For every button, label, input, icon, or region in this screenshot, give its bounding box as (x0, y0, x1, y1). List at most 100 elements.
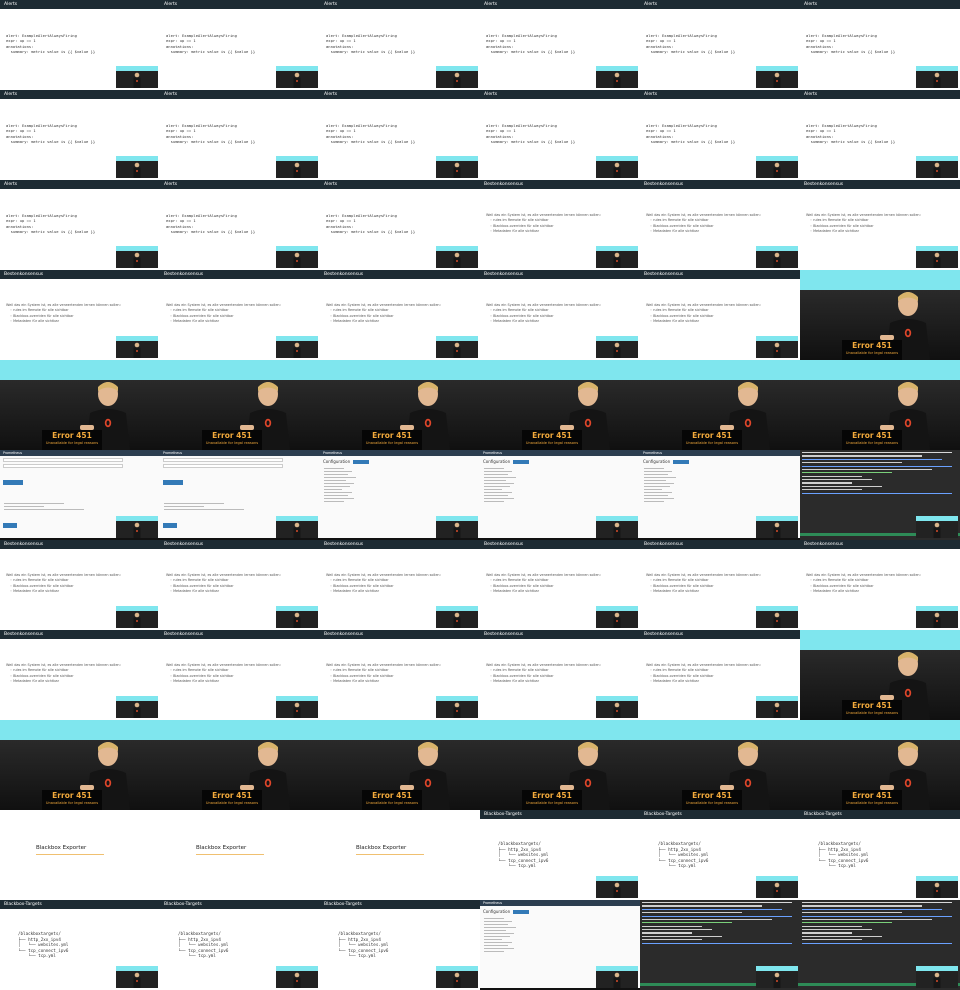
alerts-slide-tile[interactable]: Alerts alert: ExampleAlertAlwaysFiring e… (0, 180, 160, 270)
camera-tile[interactable]: Error 451 Unavailable for legal reasons (800, 630, 960, 720)
bestenkonsens-slide-tile[interactable]: Bestenkonsensus Weil das ein System ist,… (160, 270, 320, 360)
execute-button[interactable] (163, 480, 183, 485)
bestenkonsens-slide-tile[interactable]: Bestenkonsensus Weil das ein System ist,… (160, 630, 320, 720)
camera-tile[interactable]: Error 451 Unavailable for legal reasons (800, 270, 960, 360)
bestenkonsens-slide-tile[interactable]: Bestenkonsensus Weil das ein System ist,… (480, 270, 640, 360)
blackbox-targets-slide-tile[interactable]: Blackbox-Targets /blackboxtargets/ ├── h… (640, 810, 800, 900)
bestenkonsens-slide-tile[interactable]: Bestenkonsensus Weil das ein System ist,… (800, 180, 960, 270)
alerts-slide-tile[interactable]: Alerts alert: ExampleAlertAlwaysFiring e… (320, 90, 480, 180)
slide-title: Alerts (320, 180, 480, 189)
camera-tile[interactable]: Error 451 Unavailable for legal reasons (640, 720, 800, 810)
screenshare-form-tile[interactable]: Prometheus (0, 450, 160, 540)
slide-title: Blackbox-Targets (160, 900, 320, 909)
speaker-thumbnail (116, 516, 158, 538)
screenshare-form-tile[interactable]: Prometheus (160, 450, 320, 540)
alerts-slide-tile[interactable]: Alerts alert: ExampleAlertAlwaysFiring e… (640, 90, 800, 180)
config-heading: Configuration (643, 459, 671, 464)
slide-title: Blackbox-Targets (640, 810, 800, 819)
camera-tile[interactable]: Error 451 Unavailable for legal reasons (160, 720, 320, 810)
execute-button[interactable] (3, 480, 23, 485)
terminal-tile[interactable] (800, 450, 960, 540)
bestenkonsens-slide-tile[interactable]: Bestenkonsensus Weil das ein System ist,… (640, 180, 800, 270)
blackbox-targets-slide-tile[interactable]: Blackbox-Targets /blackboxtargets/ ├── h… (800, 810, 960, 900)
bestenkonsens-slide-tile[interactable]: Bestenkonsensus Weil das ein System ist,… (640, 540, 800, 630)
copy-button[interactable] (353, 460, 370, 464)
config-heading: Configuration (483, 459, 511, 464)
alerts-slide-tile[interactable]: Alerts alert: ExampleAlertAlwaysFiring e… (0, 90, 160, 180)
copy-button[interactable] (513, 460, 530, 464)
screenshare-config-tile[interactable]: Prometheus Configuration (480, 900, 640, 990)
blackbox-targets-slide-tile[interactable]: Blackbox-Targets /blackboxtargets/ ├── h… (320, 900, 480, 990)
speaker-thumbnail (276, 966, 318, 988)
camera-tile[interactable]: Error 451 Unavailable for legal reasons (320, 360, 480, 450)
camera-tile[interactable]: Error 451 Unavailable for legal reasons (800, 360, 960, 450)
error-code: Error 451 (52, 791, 92, 800)
slide-title: Blackbox-Targets (480, 810, 640, 819)
bestenkonsens-slide-tile[interactable]: Bestenkonsensus Weil das ein System ist,… (480, 180, 640, 270)
screenshare-config-tile[interactable]: Prometheus Configuration (640, 450, 800, 540)
submit-button[interactable] (163, 523, 177, 528)
blackbox-targets-slide-tile[interactable]: Blackbox-Targets /blackboxtargets/ ├── h… (480, 810, 640, 900)
bestenkonsens-slide-tile[interactable]: Bestenkonsensus Weil das ein System ist,… (480, 630, 640, 720)
bestenkonsens-slide-tile[interactable]: Bestenkonsensus Weil das ein System ist,… (320, 540, 480, 630)
alerts-slide-tile[interactable]: Alerts alert: ExampleAlertAlwaysFiring e… (160, 90, 320, 180)
slide-bullets: ◦ rules im Remote für alle sichtbar ◦ Bl… (810, 578, 874, 594)
screenshare-config-tile[interactable]: Prometheus Configuration (480, 450, 640, 540)
alerts-slide-tile[interactable]: Alerts alert: ExampleAlertAlwaysFiring e… (800, 0, 960, 90)
speaker-thumbnail (276, 66, 318, 88)
bestenkonsens-slide-tile[interactable]: Bestenkonsensus Weil das ein System ist,… (320, 630, 480, 720)
bestenkonsens-slide-tile[interactable]: Bestenkonsensus Weil das ein System ist,… (320, 270, 480, 360)
terminal-tile[interactable] (800, 900, 960, 990)
slide-bullets: ◦ rules im Remote für alle sichtbar ◦ Bl… (330, 308, 394, 324)
alerts-slide-tile[interactable]: Alerts alert: ExampleAlertAlwaysFiring e… (800, 90, 960, 180)
bestenkonsens-slide-tile[interactable]: Bestenkonsensus Weil das ein System ist,… (480, 540, 640, 630)
bestenkonsens-slide-tile[interactable]: Bestenkonsensus Weil das ein System ist,… (160, 540, 320, 630)
speaker-icon (133, 342, 141, 358)
copy-button[interactable] (673, 460, 690, 464)
error-code: Error 451 (692, 431, 732, 440)
blackbox-targets-slide-tile[interactable]: Blackbox-Targets /blackboxtargets/ ├── h… (160, 900, 320, 990)
blackbox-exporter-slide-tile[interactable]: Blackbox Exporter (160, 810, 320, 900)
bestenkonsens-slide-tile[interactable]: Bestenkonsensus Weil das ein System ist,… (0, 270, 160, 360)
camera-tile[interactable]: Error 451 Unavailable for legal reasons (320, 720, 480, 810)
blackbox-exporter-slide-tile[interactable]: Blackbox Exporter (0, 810, 160, 900)
speaker-icon (933, 522, 941, 538)
camera-tile[interactable]: Error 451 Unavailable for legal reasons (480, 720, 640, 810)
terminal-tile[interactable] (640, 900, 800, 990)
speaker-thumbnail (756, 606, 798, 628)
alerts-slide-tile[interactable]: Alerts alert: ExampleAlertAlwaysFiring e… (640, 0, 800, 90)
slide-title: Alerts (160, 180, 320, 189)
bestenkonsens-slide-tile[interactable]: Bestenkonsensus Weil das ein System ist,… (800, 540, 960, 630)
screenshare-config-tile[interactable]: Prometheus Configuration (320, 450, 480, 540)
camera-tile[interactable]: Error 451 Unavailable for legal reasons (0, 720, 160, 810)
submit-button[interactable] (3, 523, 17, 528)
error-text: Unavailable for legal reasons (845, 441, 899, 445)
bestenkonsens-slide-tile[interactable]: Bestenkonsensus Weil das ein System ist,… (640, 630, 800, 720)
slide-bullets: ◦ rules im Remote für alle sichtbar ◦ Bl… (810, 218, 874, 234)
bestenkonsens-slide-tile[interactable]: Bestenkonsensus Weil das ein System ist,… (640, 270, 800, 360)
camera-tile[interactable]: Error 451 Unavailable for legal reasons (0, 360, 160, 450)
camera-tile[interactable]: Error 451 Unavailable for legal reasons (800, 720, 960, 810)
slide-heading: Blackbox Exporter (356, 845, 407, 851)
alerts-slide-tile[interactable]: Alerts alert: ExampleAlertAlwaysFiring e… (320, 0, 480, 90)
bestenkonsens-slide-tile[interactable]: Bestenkonsensus Weil das ein System ist,… (0, 630, 160, 720)
alerts-slide-tile[interactable]: Alerts alert: ExampleAlertAlwaysFiring e… (160, 0, 320, 90)
error-code: Error 451 (532, 431, 572, 440)
blackbox-targets-slide-tile[interactable]: Blackbox-Targets /blackboxtargets/ ├── h… (0, 900, 160, 990)
camera-tile[interactable]: Error 451 Unavailable for legal reasons (480, 360, 640, 450)
speaker-icon (293, 522, 301, 538)
speaker-thumbnail (916, 966, 958, 988)
alerts-slide-tile[interactable]: Alerts alert: ExampleAlertAlwaysFiring e… (480, 0, 640, 90)
speaker-thumbnail (916, 246, 958, 268)
alerts-slide-tile[interactable]: Alerts alert: ExampleAlertAlwaysFiring e… (160, 180, 320, 270)
alerts-slide-tile[interactable]: Alerts alert: ExampleAlertAlwaysFiring e… (480, 90, 640, 180)
alerts-slide-tile[interactable]: Alerts alert: ExampleAlertAlwaysFiring e… (320, 180, 480, 270)
speaker-icon (133, 252, 141, 268)
camera-tile[interactable]: Error 451 Unavailable for legal reasons (640, 360, 800, 450)
blackbox-exporter-slide-tile[interactable]: Blackbox Exporter (320, 810, 480, 900)
camera-tile[interactable]: Error 451 Unavailable for legal reasons (160, 360, 320, 450)
copy-button[interactable] (513, 910, 530, 914)
speaker-thumbnail (436, 516, 478, 538)
alerts-slide-tile[interactable]: Alerts alert: ExampleAlertAlwaysFiring e… (0, 0, 160, 90)
bestenkonsens-slide-tile[interactable]: Bestenkonsensus Weil das ein System ist,… (0, 540, 160, 630)
